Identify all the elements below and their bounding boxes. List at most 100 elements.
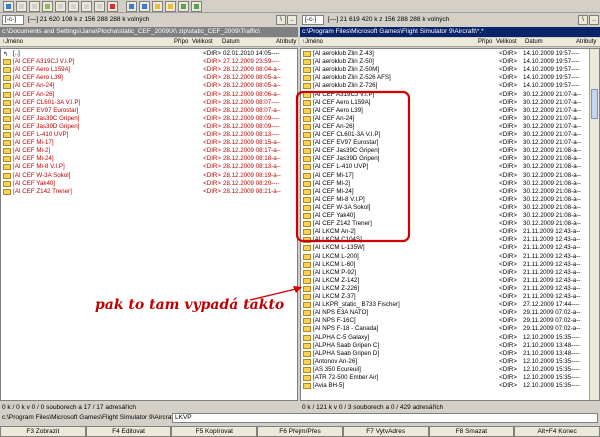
fkey-f5[interactable]: F5 Kopírovat <box>171 426 258 437</box>
file-row[interactable]: [AI CEF EV97 Eurostar] <DIR> 30.12.2009 21… <box>301 139 589 147</box>
file-row[interactable]: [AI LKCM An-2] <DIR> 21.11.2009 12:43-a-- <box>301 228 589 236</box>
file-row[interactable]: [AI aeroklub Zlin Z-726] <DIR> 14.10.2009 … <box>301 82 589 90</box>
file-row[interactable]: [AI LKCM C104S] <DIR> 21.11.2009 12:43-a-- <box>301 236 589 244</box>
file-row[interactable]: [AI LKCM P-92] <DIR> 21.11.2009 12:43-a-- <box>301 269 589 277</box>
fkey-alt-f4[interactable]: Alt+F4 Konec <box>514 426 600 437</box>
file-row[interactable]: [AI CEF A319CJ V.I.P] <DIR> 30.12.2009 21:… <box>301 91 589 99</box>
left-drive-select[interactable]: [-c-] <box>2 15 24 25</box>
file-row[interactable]: [AI CEF L-410 UVP] <DIR> 28.12.2009 08:13-… <box>1 131 297 139</box>
file-row[interactable]: [AI aeroklub Zlin Z-43] <DIR> 14.10.2009 1… <box>301 50 589 58</box>
sort-size-icon[interactable] <box>94 1 105 12</box>
new-ftp-icon[interactable] <box>191 1 202 12</box>
file-row[interactable]: [AI CEF Mi-24] <DIR> 28.12.2009 08:18-a-- <box>1 155 297 163</box>
file-row[interactable]: [AI CEF Mi-8 V.I.P] <DIR> 30.12.2009 21:08… <box>301 196 589 204</box>
tree-icon[interactable] <box>42 1 53 12</box>
right-col-name[interactable]: ↑Jméno <box>302 38 323 47</box>
file-row[interactable]: [AI LKCM L-135W] <DIR> 21.11.2009 12:43-a-… <box>301 244 589 252</box>
file-row[interactable]: [AI CEF Yak40] <DIR> 30.12.2009 21:08-a-- <box>301 212 589 220</box>
file-row[interactable]: [AI LKCM L-60] <DIR> 21.11.2009 12:43-a-- <box>301 261 589 269</box>
file-row[interactable]: [AI CEF Mi-2] <DIR> 28.12.2009 08:17-a-- <box>1 147 297 155</box>
file-row[interactable]: [AI CEF Yak40] <DIR> 28.12.2009 08:20---- <box>1 180 297 188</box>
left-col-size[interactable]: Velikost <box>192 38 213 47</box>
left-col-name[interactable]: ↑Jméno <box>2 38 23 47</box>
brief-view-icon[interactable] <box>16 1 27 12</box>
file-row[interactable]: [AI CEF Z142 Trener] <DIR> 30.12.2009 21:0… <box>301 220 589 228</box>
file-row[interactable]: [AI CEF W-3A Sokol] <DIR> 28.12.2009 08:19… <box>1 172 297 180</box>
file-row[interactable]: [AI CEF CL601-3A V.I.P] <DIR> 30.12.2009 2… <box>301 131 589 139</box>
fkey-f3[interactable]: F3 Zobrazit <box>0 426 86 437</box>
right-scroll-thumb[interactable] <box>591 89 598 119</box>
file-row[interactable]: [AI CEF Mi-17] <DIR> 30.12.2009 21:08-a-- <box>301 172 589 180</box>
file-row[interactable]: [AI CEF An-26] <DIR> 28.12.2009 08:06-a-- <box>1 91 297 99</box>
file-row[interactable]: [ALPHA Saab Gripen D] <DIR> 21.10.2009 13:… <box>301 350 589 358</box>
fkey-f6[interactable]: F6 Přejm/Přes <box>257 426 343 437</box>
file-row[interactable]: [Antonov An-26] <DIR> 12.10.2009 15:35---- <box>301 358 589 366</box>
file-row[interactable]: [AI CEF Mi-2] <DIR> 30.12.2009 21:08-a-- <box>301 180 589 188</box>
left-root-button[interactable]: \ <box>276 15 286 25</box>
sort-ext-icon[interactable] <box>68 1 79 12</box>
file-row[interactable]: [AI CEF A319CJ V.I.P] <DIR> 27.12.2009 23:… <box>1 58 297 66</box>
right-scrollbar[interactable] <box>589 49 599 400</box>
file-row[interactable]: [AI LKCM L-200] <DIR> 21.11.2009 12:43-a-- <box>301 253 589 261</box>
right-col-size[interactable]: Velikost <box>496 38 517 47</box>
fkey-f4[interactable]: F4 Editovat <box>85 426 172 437</box>
file-row[interactable]: [AI LKPR_static_ B733 Fischer] <DIR> 27.12… <box>301 301 589 309</box>
file-row[interactable]: [AI CEF Aero L159A] <DIR> 28.12.2009 08:04… <box>1 66 297 74</box>
file-row[interactable]: [AI NPS F-18 - Canada] <DIR> 29.11.2009 07… <box>301 325 589 333</box>
detailed-view-icon[interactable] <box>29 1 40 12</box>
file-row[interactable]: [AI CEF Z142 Trener] <DIR> 28.12.2009 08:2… <box>1 188 297 196</box>
file-row[interactable]: ↰ [..] <DIR> 02.01.2010 14:05---- <box>1 50 297 58</box>
file-row[interactable]: [AI CEF Mi-17] <DIR> 28.12.2009 08:15-a-- <box>1 139 297 147</box>
left-col-ext[interactable]: Přípo <box>174 38 188 47</box>
file-row[interactable]: [AI CEF Jas39C Gripen] <DIR> 30.12.2009 21… <box>301 147 589 155</box>
right-path-bar[interactable]: c:\Program Files\Microsoft Games\Flight … <box>300 27 600 37</box>
file-row[interactable]: [AI CEF Aero L159A] <DIR> 30.12.2009 21:07… <box>301 99 589 107</box>
fkey-f8[interactable]: F8 Smazat <box>428 426 515 437</box>
unpack-icon[interactable] <box>165 1 176 12</box>
file-row[interactable]: [AI CEF EV97 Eurostar] <DIR> 28.12.2009 08… <box>1 107 297 115</box>
invert-selection-icon[interactable] <box>107 1 118 12</box>
file-row[interactable]: [ALPHA Saab Gripen C] <DIR> 21.10.2009 13:… <box>301 342 589 350</box>
sort-date-icon[interactable] <box>81 1 92 12</box>
file-row[interactable]: [AI CEF L-410 UVP] <DIR> 30.12.2009 21:08-… <box>301 163 589 171</box>
file-row[interactable]: [AI aeroklub Zlin Z-50] <DIR> 14.10.2009 1… <box>301 58 589 66</box>
file-row[interactable]: [AI NPS F-16C] <DIR> 29.11.2009 07:02-a-- <box>301 317 589 325</box>
command-input[interactable]: LKVP <box>172 413 598 423</box>
file-row[interactable]: [AI LKCM Z-226] <DIR> 21.11.2009 12:43-a-- <box>301 285 589 293</box>
left-col-attr[interactable]: Atributy <box>276 38 296 47</box>
file-row[interactable]: [AI aeroklub Zlin Z-50M] <DIR> 14.10.2009 … <box>301 66 589 74</box>
file-row[interactable]: [AI CEF An-24] <DIR> 30.12.2009 21:07-a-- <box>301 115 589 123</box>
file-row[interactable]: [AI CEF Jas39D Gripen] <DIR> 28.12.2009 08… <box>1 123 297 131</box>
file-row[interactable]: [AI CEF Mi-8 V.I.P] <DIR> 28.12.2009 08:13… <box>1 163 297 171</box>
file-row[interactable]: [AI CEF Jas39D Gripen] <DIR> 30.12.2009 21… <box>301 155 589 163</box>
right-up-button[interactable]: .. <box>589 15 599 25</box>
right-col-date[interactable]: Datum <box>525 38 543 47</box>
file-row[interactable]: [AI CEF CL601-3A V.I.P] <DIR> 28.12.2009 0… <box>1 99 297 107</box>
forward-icon[interactable] <box>139 1 150 12</box>
file-row[interactable]: [AI NPS E3A NATO] <DIR> 29.11.2009 07:02-a… <box>301 309 589 317</box>
file-row[interactable]: [AI aeroklub Zlin Z-526 AFS] <DIR> 14.10.2… <box>301 74 589 82</box>
sort-name-icon[interactable] <box>55 1 66 12</box>
right-root-button[interactable]: \ <box>578 15 588 25</box>
file-row[interactable]: [Avia BH-5] <DIR> 12.10.2009 15:35---- <box>301 382 589 390</box>
file-row[interactable]: [ALPHA C-5 Galaxy] <DIR> 12.10.2009 15:35-… <box>301 334 589 342</box>
file-row[interactable]: [AI CEF Mi-24] <DIR> 30.12.2009 21:08-a-- <box>301 188 589 196</box>
file-row[interactable]: [AI CEF W-3A Sokol] <DIR> 30.12.2009 21:08… <box>301 204 589 212</box>
fkey-f7[interactable]: F7 VytvAdres <box>342 426 429 437</box>
file-row[interactable]: [AI CEF An-26] <DIR> 30.12.2009 21:07-a-- <box>301 123 589 131</box>
file-row[interactable]: [AI CEF Jas39C Gripen] <DIR> 28.12.2009 08… <box>1 115 297 123</box>
right-col-attr[interactable]: Atributy <box>576 38 596 47</box>
file-row[interactable]: [AI CEF Aero L39] <DIR> 30.12.2009 21:07-a… <box>301 107 589 115</box>
refresh-icon[interactable] <box>3 1 14 12</box>
right-drive-select[interactable]: [-c-] <box>302 15 324 25</box>
left-file-panel[interactable]: ↰ [..] <DIR> 02.01.2010 14:05---- [AI CEF A3… <box>0 48 298 401</box>
right-col-ext[interactable]: Přípo <box>478 38 492 47</box>
file-row[interactable]: [ATR 72-500 Ember Air] <DIR> 12.10.2009 15… <box>301 374 589 382</box>
file-row[interactable]: [AI CEF Aero L39] <DIR> 28.12.2009 08:05-a… <box>1 74 297 82</box>
file-row[interactable]: [AI CEF An-24] <DIR> 28.12.2009 08:05-a-- <box>1 82 297 90</box>
right-file-panel[interactable]: [AI aeroklub Zlin Z-43] <DIR> 14.10.2009 1… <box>300 48 600 401</box>
file-row[interactable]: [AI LKCM Z-37] <DIR> 21.11.2009 12:43-a-- <box>301 293 589 301</box>
file-row[interactable]: [AS 350 Ecureuil] <DIR> 12.10.2009 15:35--… <box>301 366 589 374</box>
left-path-bar[interactable]: c:\Documents and Settings\Jana\Plocha\st… <box>0 27 298 37</box>
pack-icon[interactable] <box>152 1 163 12</box>
